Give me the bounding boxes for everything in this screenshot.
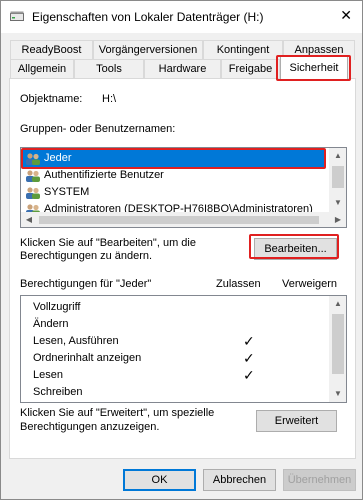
list-item-authentifizierte-benutzer[interactable]: Authentifizierte Benutzer (23, 167, 325, 184)
groups-horizontal-scrollbar[interactable]: ◀ ▶ (21, 212, 346, 227)
users-icon (26, 170, 40, 182)
list-item-system[interactable]: SYSTEM (23, 184, 325, 201)
permission-name: Schreiben (33, 386, 83, 398)
groups-label: Gruppen- oder Benutzernamen: (20, 123, 176, 135)
scroll-right-icon[interactable]: ▶ (330, 212, 346, 227)
permission-row-lesen-ausfuehren: Lesen, Ausführen ✓ (33, 333, 323, 350)
list-item-label: Authentifizierte Benutzer (44, 169, 164, 181)
permission-name: Ordnerinhalt anzeigen (33, 352, 142, 364)
permission-row-ordnerinhalt-anzeigen: Ordnerinhalt anzeigen ✓ (33, 350, 323, 367)
object-name-value: H:\ (102, 93, 117, 105)
groups-vertical-scrollbar[interactable]: ▲ ▼ (329, 148, 346, 212)
users-icon (26, 153, 40, 165)
window-title: Eigenschaften von Lokaler Datenträger (H… (32, 10, 264, 24)
drive-icon (10, 11, 24, 21)
tab-freigabe[interactable]: Freigabe (221, 59, 280, 79)
users-icon (26, 187, 40, 199)
tab-kontingent[interactable]: Kontingent (203, 40, 283, 60)
permission-row-schreiben: Schreiben (33, 384, 323, 401)
scroll-down-icon[interactable]: ▼ (330, 195, 346, 211)
permission-name: Ändern (33, 318, 69, 330)
allow-check: ✓ (243, 350, 255, 366)
permissions-label: Berechtigungen für "Jeder" (20, 278, 152, 290)
allow-check: ✓ (243, 367, 255, 383)
permissions-vertical-scrollbar[interactable]: ▲ ▼ (329, 296, 346, 402)
tab-row-2: Allgemein Tools Hardware Freigabe Sicher… (9, 56, 356, 80)
tab-vorgaengerversionen[interactable]: Vorgängerversionen (93, 40, 203, 60)
permission-name: Vollzugriff (33, 301, 81, 313)
scroll-thumb[interactable] (332, 166, 344, 188)
permissions-listbox[interactable]: Vollzugriff Ändern Lesen, Ausführen ✓ Or… (20, 295, 347, 403)
allow-check: ✓ (243, 333, 255, 349)
advanced-button[interactable]: Erweitert (256, 410, 337, 432)
scroll-down-icon[interactable]: ▼ (330, 386, 346, 402)
tab-allgemein[interactable]: Allgemein (10, 59, 74, 79)
close-icon[interactable]: ✕ (340, 8, 352, 22)
scroll-up-icon[interactable]: ▲ (330, 148, 346, 164)
scroll-up-icon[interactable]: ▲ (330, 296, 346, 312)
column-deny-header: Verweigern (282, 278, 338, 290)
advanced-hint-line1: Klicken Sie auf "Erweitert", um speziell… (20, 407, 215, 419)
security-panel: Objektname: H:\ Gruppen- oder Benutzerna… (9, 78, 356, 459)
list-item-label: SYSTEM (44, 186, 90, 198)
permission-name: Lesen, Ausführen (33, 335, 119, 347)
tab-readyboost[interactable]: ReadyBoost (10, 40, 93, 60)
list-item-jeder[interactable]: Jeder (23, 150, 325, 167)
column-allow-header: Zulassen (216, 278, 261, 290)
list-item-label: Jeder (44, 152, 72, 164)
object-name-label: Objektname: (20, 93, 83, 105)
permission-row-lesen: Lesen ✓ (33, 367, 323, 384)
tab-sicherheit[interactable]: Sicherheit (280, 56, 348, 80)
permission-row-vollzugriff: Vollzugriff (33, 299, 323, 316)
edit-hint-line2: Berechtigungen zu ändern. (20, 250, 153, 262)
tab-tools[interactable]: Tools (74, 59, 144, 79)
tab-hardware[interactable]: Hardware (144, 59, 221, 79)
edit-hint-line1: Klicken Sie auf "Bearbeiten", um die (20, 237, 196, 249)
groups-listbox[interactable]: Jeder Authentifizierte Benutzer SYSTEM A… (20, 147, 347, 228)
ok-button[interactable]: OK (123, 469, 196, 491)
title-bar: Eigenschaften von Lokaler Datenträger (H… (1, 1, 362, 33)
apply-button[interactable]: Übernehmen (283, 469, 356, 491)
scroll-thumb[interactable] (39, 216, 319, 224)
advanced-hint-line2: Berechtigungen anzuzeigen. (20, 421, 160, 433)
scroll-thumb[interactable] (332, 314, 344, 374)
scroll-left-icon[interactable]: ◀ (21, 212, 37, 227)
permission-name: Lesen (33, 369, 63, 381)
properties-window: Eigenschaften von Lokaler Datenträger (H… (0, 0, 363, 500)
permission-row-aendern: Ändern (33, 316, 323, 333)
edit-button[interactable]: Bearbeiten... (254, 238, 337, 260)
cancel-button[interactable]: Abbrechen (203, 469, 276, 491)
